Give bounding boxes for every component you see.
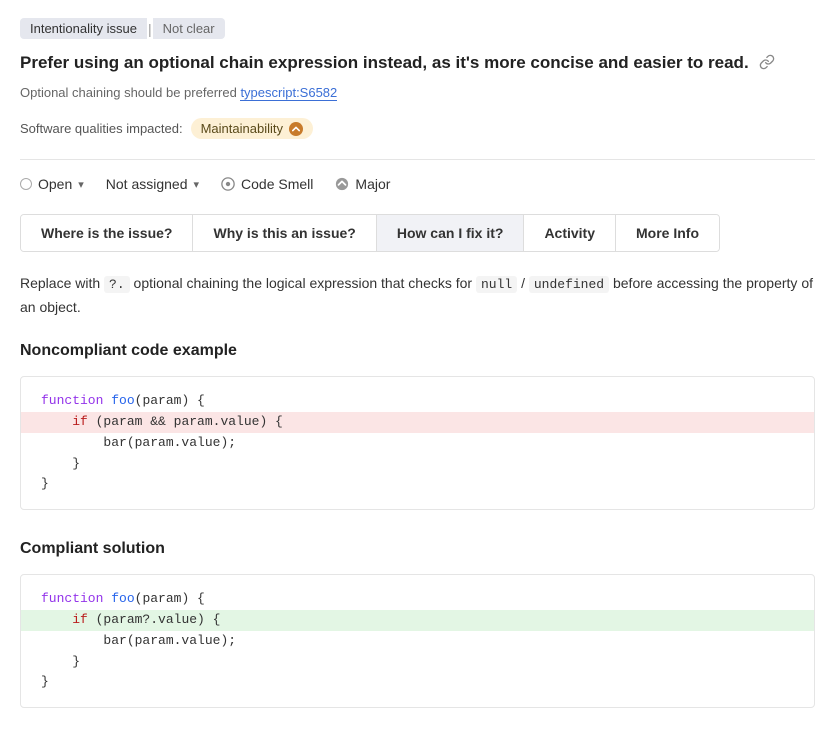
code-line: } — [21, 474, 814, 495]
noncompliant-code-block: function foo(param) { if (param && param… — [20, 376, 815, 510]
issue-severity: Major — [335, 176, 390, 192]
issue-title: Prefer using an optional chain expressio… — [20, 53, 749, 73]
compliant-code-block: function foo(param) { if (param?.value) … — [20, 574, 815, 708]
code-line: function foo(param) { — [21, 589, 814, 610]
code-line: if (param && param.value) { — [21, 412, 814, 433]
qualities-row: Software qualities impacted: Maintainabi… — [20, 118, 815, 160]
undefined-code: undefined — [529, 276, 609, 293]
tabs: Where is the issue? Why is this an issue… — [20, 214, 720, 252]
tab-activity[interactable]: Activity — [524, 215, 616, 251]
issue-tags: Intentionality issue | Not clear — [20, 18, 815, 39]
assignee-dropdown[interactable]: Not assigned ▾ — [106, 176, 199, 192]
compliant-heading: Compliant solution — [20, 540, 815, 558]
tag-clarity: Not clear — [153, 18, 225, 39]
issue-type-label: Code Smell — [241, 176, 313, 192]
status-row: Open ▾ Not assigned ▾ Code Smell Major — [20, 176, 815, 192]
code-line: bar(param.value); — [21, 433, 814, 454]
status-open-dropdown[interactable]: Open ▾ — [20, 176, 84, 192]
tag-intentionality: Intentionality issue — [20, 18, 147, 39]
rule-link[interactable]: typescript:S6582 — [240, 85, 337, 101]
issue-type: Code Smell — [221, 176, 313, 192]
chevron-down-icon: ▾ — [78, 178, 84, 191]
tab-where[interactable]: Where is the issue? — [21, 215, 193, 251]
code-line: function foo(param) { — [21, 391, 814, 412]
chevron-down-icon: ▾ — [194, 178, 200, 191]
code-smell-icon — [221, 177, 235, 191]
noncompliant-heading: Noncompliant code example — [20, 342, 815, 360]
subtitle: Optional chaining should be preferred ty… — [20, 85, 815, 100]
null-code: null — [476, 276, 517, 293]
severity-label: Major — [355, 176, 390, 192]
quality-maintainability-badge[interactable]: Maintainability — [191, 118, 313, 139]
tab-why[interactable]: Why is this an issue? — [193, 215, 376, 251]
fix-explanation: Replace with ?. optional chaining the lo… — [20, 272, 815, 318]
tab-more-info[interactable]: More Info — [616, 215, 719, 251]
severity-major-icon — [335, 177, 349, 191]
code-line: } — [21, 652, 814, 673]
code-line: } — [21, 672, 814, 693]
permalink-icon[interactable] — [759, 54, 775, 73]
status-open-label: Open — [38, 176, 72, 192]
title-row: Prefer using an optional chain expressio… — [20, 53, 815, 73]
subtitle-text: Optional chaining should be preferred — [20, 85, 240, 100]
op-code: ?. — [104, 276, 130, 293]
qualities-label: Software qualities impacted: — [20, 121, 183, 136]
chevron-up-icon — [289, 122, 303, 136]
code-line: bar(param.value); — [21, 631, 814, 652]
quality-badge-label: Maintainability — [201, 121, 283, 136]
code-line: if (param?.value) { — [21, 610, 814, 631]
tab-how[interactable]: How can I fix it? — [377, 215, 525, 251]
tag-divider: | — [147, 21, 153, 37]
open-status-icon — [20, 178, 32, 190]
code-line: } — [21, 454, 814, 475]
assignee-label: Not assigned — [106, 176, 188, 192]
